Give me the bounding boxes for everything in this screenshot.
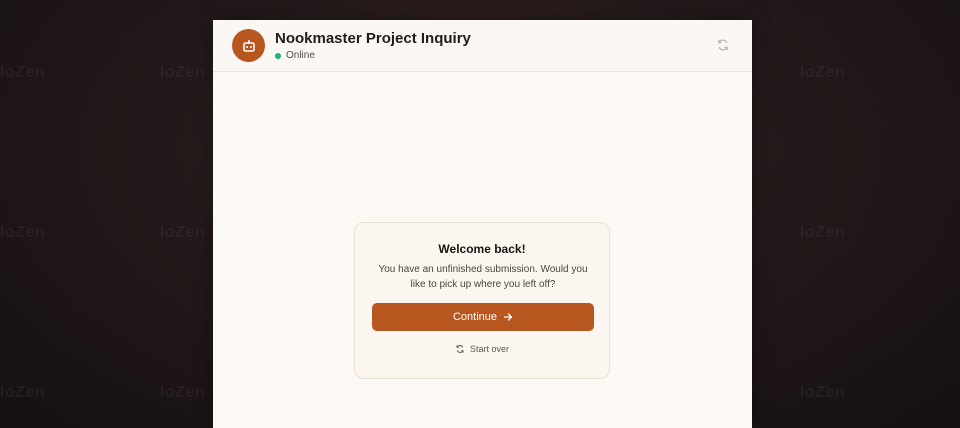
watermark-text: IoZen xyxy=(160,384,206,401)
watermark-text: IoZen xyxy=(160,64,206,81)
chat-header: Nookmaster Project Inquiry Online xyxy=(213,20,752,72)
arrow-right-icon xyxy=(503,313,513,321)
page-title: Nookmaster Project Inquiry xyxy=(275,30,471,47)
bot-icon xyxy=(242,39,255,52)
watermark-text: IoZen xyxy=(800,224,846,241)
online-status-dot xyxy=(275,52,281,59)
refresh-icon xyxy=(456,345,464,353)
chat-panel: Nookmaster Project Inquiry Online Welcom… xyxy=(213,20,752,428)
watermark-text: IoZen xyxy=(0,64,46,81)
watermark-text: IoZen xyxy=(800,384,846,401)
status-indicator: Online xyxy=(275,50,315,61)
watermark-text: IoZen xyxy=(160,224,206,241)
continue-label: Continue xyxy=(452,311,498,323)
watermark-text: IoZen xyxy=(800,64,846,81)
start-over-button[interactable]: Start over xyxy=(355,344,609,354)
refresh-icon[interactable] xyxy=(716,38,730,52)
card-title: Welcome back! xyxy=(438,242,526,256)
continue-button[interactable]: Continue xyxy=(372,303,594,331)
status-text: Online xyxy=(286,50,315,61)
start-over-label: Start over xyxy=(469,344,509,354)
resume-submission-card: Welcome back! You have an unfinished sub… xyxy=(354,222,610,379)
card-message: You have an unfinished submission. Would… xyxy=(378,264,588,290)
watermark-text: IoZen xyxy=(0,384,46,401)
bot-avatar xyxy=(232,29,265,62)
watermark-text: IoZen xyxy=(0,224,46,241)
